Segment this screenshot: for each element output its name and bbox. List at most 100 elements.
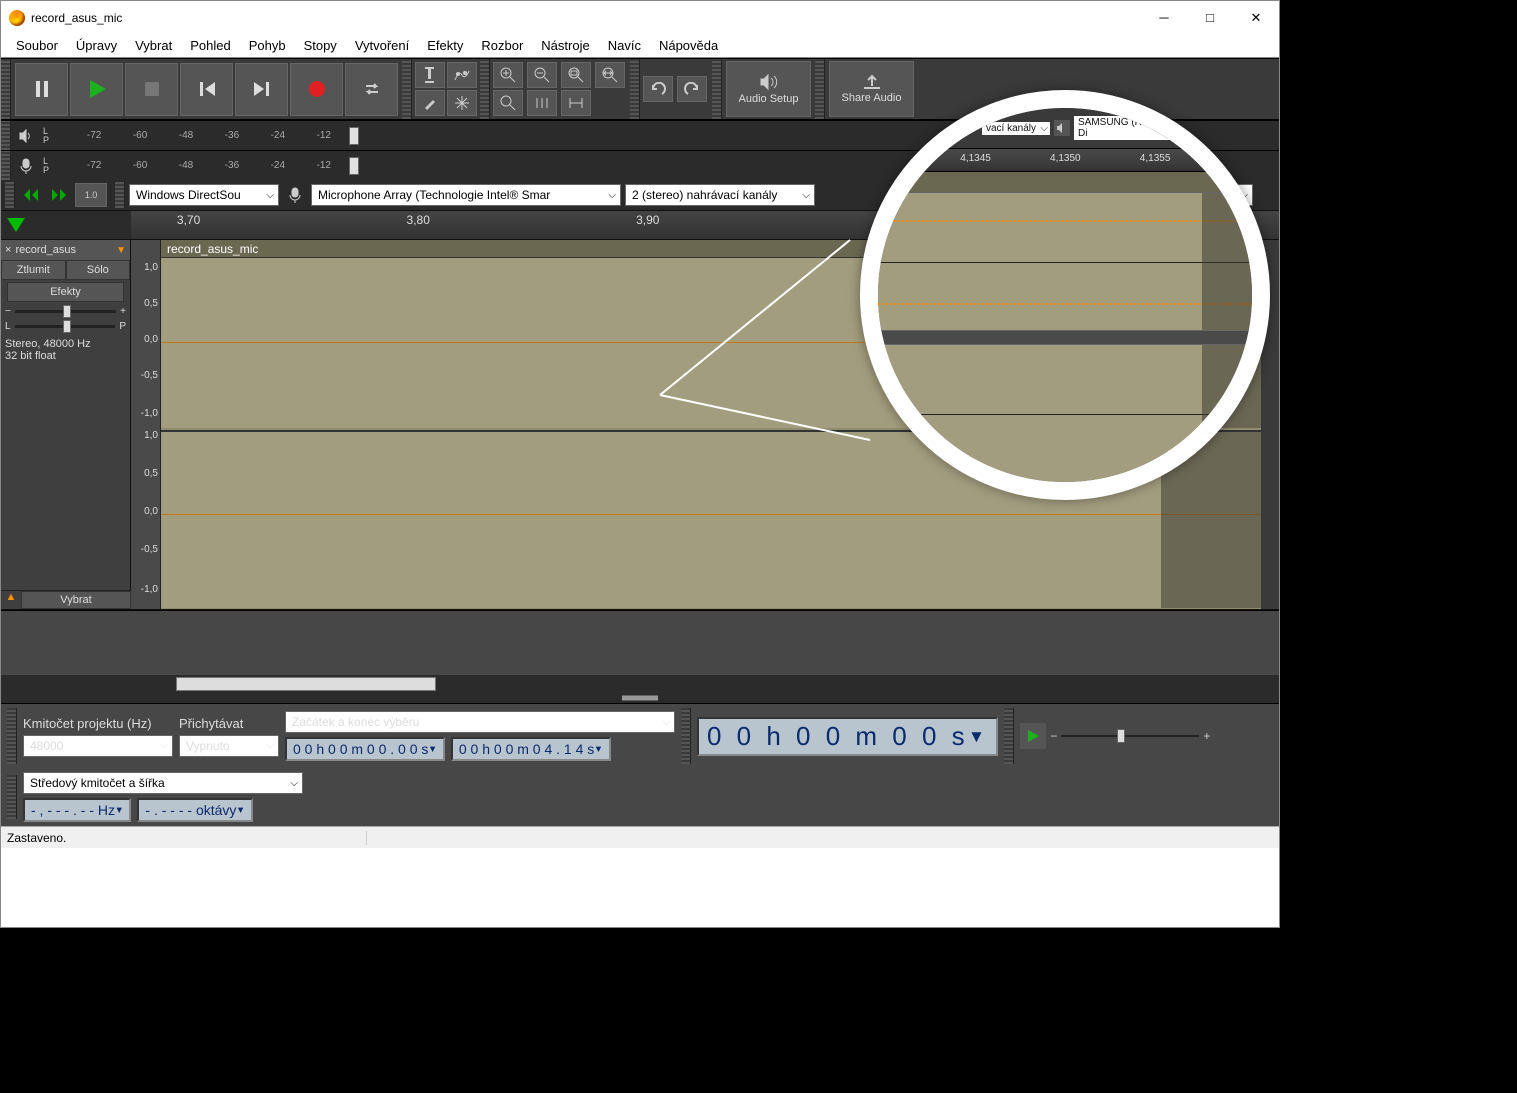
resize-handle[interactable] bbox=[1, 693, 1279, 703]
grip-handle[interactable] bbox=[115, 182, 125, 208]
menu-nastroje[interactable]: Nástroje bbox=[532, 36, 598, 55]
menu-vybrat[interactable]: Vybrat bbox=[126, 36, 181, 55]
share-audio-label: Share Audio bbox=[842, 92, 902, 104]
microphone-icon[interactable] bbox=[11, 158, 41, 174]
effects-button[interactable]: Efekty bbox=[7, 282, 124, 302]
grip-handle[interactable] bbox=[1004, 708, 1014, 764]
menu-efekty[interactable]: Efekty bbox=[418, 36, 472, 55]
record-button[interactable] bbox=[290, 63, 343, 116]
frequency-center[interactable]: - , - - - . - - Hz▾ bbox=[23, 798, 131, 822]
grip-handle[interactable] bbox=[7, 708, 17, 764]
track-menu-dropdown-icon[interactable]: ▼ bbox=[116, 245, 126, 256]
audio-setup-button[interactable]: Audio Setup bbox=[726, 61, 811, 117]
h-scrollbar[interactable] bbox=[1, 675, 1279, 693]
menu-pohled[interactable]: Pohled bbox=[181, 36, 239, 55]
mag-channels-select[interactable]: vací kanály bbox=[982, 122, 1050, 135]
mag-clip-label bbox=[878, 172, 1252, 192]
draw-tool[interactable] bbox=[415, 90, 445, 116]
selection-end-time[interactable]: 0 0 h 0 0 m 0 4 . 1 4 s▾ bbox=[451, 737, 611, 761]
redo-button[interactable] bbox=[677, 76, 707, 102]
maximize-button[interactable]: □ bbox=[1187, 1, 1233, 34]
window-title: record_asus_mic bbox=[31, 11, 1141, 25]
gain-slider[interactable]: − + bbox=[1, 304, 130, 319]
menu-pohyb[interactable]: Pohyb bbox=[240, 36, 295, 55]
grip-handle[interactable] bbox=[402, 59, 412, 119]
grip-handle[interactable] bbox=[7, 775, 17, 819]
speaker-icon[interactable] bbox=[11, 129, 41, 143]
recording-device-select[interactable]: Microphone Array (Technologie Intel® Sma… bbox=[311, 184, 621, 206]
menu-vytvoreni[interactable]: Vytvoření bbox=[346, 36, 418, 55]
grip-handle[interactable] bbox=[1, 59, 11, 119]
audio-position-time[interactable]: 0 0 h 0 0 m 0 0 s▾ bbox=[697, 717, 998, 756]
time-shift-left-icon[interactable] bbox=[19, 183, 43, 207]
playback-speed-display[interactable]: 1.0 bbox=[75, 183, 107, 207]
h-scroll-thumb[interactable] bbox=[176, 677, 436, 691]
envelope-tool[interactable] bbox=[447, 62, 477, 88]
trim-button[interactable] bbox=[527, 90, 557, 116]
frequency-mode-select[interactable]: Středový kmitočet a šířka bbox=[23, 772, 303, 794]
fit-selection-button[interactable] bbox=[561, 62, 591, 88]
undo-button[interactable] bbox=[643, 76, 673, 102]
share-audio-button[interactable]: Share Audio bbox=[829, 61, 914, 117]
play-button[interactable] bbox=[70, 63, 123, 116]
mag-timeline-ruler[interactable]: 4,1345 4,1350 4,1355 bbox=[878, 148, 1252, 172]
recording-channels-select[interactable]: 2 (stereo) nahrávací kanály bbox=[625, 184, 815, 206]
menu-napoveda[interactable]: Nápověda bbox=[650, 36, 727, 55]
silence-button[interactable] bbox=[561, 90, 591, 116]
grip-handle[interactable] bbox=[1, 121, 11, 150]
zoom-out-button[interactable] bbox=[527, 62, 557, 88]
playback-meter-slider[interactable] bbox=[349, 127, 359, 145]
grip-handle[interactable] bbox=[5, 182, 15, 208]
playhead-marker-icon[interactable] bbox=[7, 218, 25, 232]
frequency-width[interactable]: - . - - - - oktávy▾ bbox=[137, 798, 252, 822]
menu-stopy[interactable]: Stopy bbox=[295, 36, 346, 55]
microphone-icon bbox=[283, 187, 307, 203]
playback-speed-slider[interactable]: − + bbox=[1050, 726, 1210, 746]
project-rate-select[interactable]: 48000 bbox=[23, 735, 173, 757]
pan-slider[interactable]: L P bbox=[1, 319, 130, 334]
track-close-button[interactable]: × bbox=[5, 244, 11, 256]
menu-soubor[interactable]: Soubor bbox=[7, 36, 67, 55]
track-select-button[interactable]: Vybrat bbox=[21, 591, 131, 609]
pause-button[interactable] bbox=[15, 63, 68, 116]
grip-handle[interactable] bbox=[480, 59, 490, 119]
zoom-toggle-button[interactable] bbox=[493, 90, 523, 116]
mag-playback-device-select[interactable]: SAMSUNG (HD Audio Driver for Di bbox=[1074, 116, 1244, 140]
audio-host-select[interactable]: Windows DirectSou bbox=[129, 184, 279, 206]
skip-start-button[interactable] bbox=[180, 63, 233, 116]
time-shift-right-icon[interactable] bbox=[47, 183, 71, 207]
menu-rozbor[interactable]: Rozbor bbox=[472, 36, 532, 55]
track-name[interactable]: record_asus bbox=[15, 244, 116, 256]
play-at-speed-button[interactable] bbox=[1020, 723, 1046, 749]
drag-handle-icon[interactable] bbox=[622, 696, 658, 701]
selection-mode-select[interactable]: Začátek a konec výběru bbox=[285, 711, 675, 733]
skip-end-button[interactable] bbox=[235, 63, 288, 116]
playback-meter-scale[interactable]: LP -72 -60 -48 -36 -24 -12 bbox=[41, 122, 369, 150]
zoom-in-button[interactable] bbox=[493, 62, 523, 88]
fit-project-button[interactable] bbox=[595, 62, 625, 88]
grip-handle[interactable] bbox=[815, 59, 825, 119]
grip-handle[interactable] bbox=[1, 151, 11, 180]
track-header: × record_asus ▼ Ztlumit Sólo Efekty − + … bbox=[1, 240, 131, 609]
loop-button[interactable] bbox=[345, 63, 398, 116]
track-collapse-icon[interactable]: ▲ bbox=[1, 591, 21, 609]
grip-handle[interactable] bbox=[630, 59, 640, 119]
selection-tool[interactable] bbox=[415, 62, 445, 88]
grip-handle[interactable] bbox=[712, 59, 722, 119]
minimize-button[interactable]: ─ bbox=[1141, 1, 1187, 34]
menu-upravy[interactable]: Úpravy bbox=[67, 36, 126, 55]
grip-handle[interactable] bbox=[681, 708, 691, 764]
record-meter-slider[interactable] bbox=[349, 157, 359, 175]
snap-select[interactable]: Vypnuto bbox=[179, 735, 279, 757]
track-format-info: Stereo, 48000 Hz 32 bit float bbox=[1, 334, 130, 366]
stop-button[interactable] bbox=[125, 63, 178, 116]
mag-waveform[interactable] bbox=[878, 192, 1252, 482]
multi-tool[interactable] bbox=[447, 90, 477, 116]
menu-navic[interactable]: Navíc bbox=[599, 36, 650, 55]
record-meter-scale[interactable]: LP -72 -60 -48 -36 -24 -12 bbox=[41, 152, 369, 180]
selection-start-time[interactable]: 0 0 h 0 0 m 0 0 . 0 0 s▾ bbox=[285, 737, 445, 761]
empty-track-area[interactable] bbox=[1, 610, 1279, 675]
close-window-button[interactable]: ✕ bbox=[1233, 1, 1279, 34]
mute-button[interactable]: Ztlumit bbox=[1, 260, 66, 280]
solo-button[interactable]: Sólo bbox=[66, 260, 131, 280]
